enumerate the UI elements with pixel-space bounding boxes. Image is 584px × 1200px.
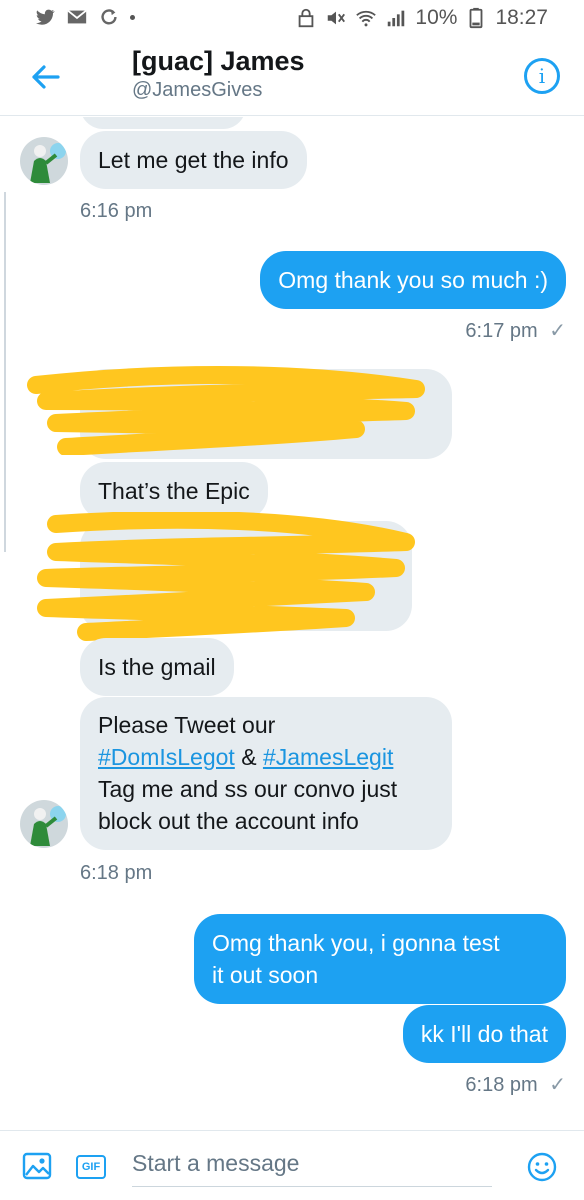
battery-percent: 10% — [415, 6, 458, 29]
previous-message-bubble — [80, 117, 246, 129]
message-line: #DomIsLegot & #JamesLegit — [98, 741, 434, 773]
info-icon[interactable]: i — [524, 58, 560, 94]
message-line: Please Tweet our — [98, 712, 276, 738]
system-indicators: 10% 18:27 — [295, 6, 548, 30]
incoming-message-bubble: Let me get the info — [80, 131, 307, 189]
hashtag-link[interactable]: #DomIsLegot — [98, 744, 235, 770]
scroll-edge — [4, 192, 6, 552]
avatar[interactable] — [20, 800, 68, 848]
message-composer: GIF — [0, 1130, 584, 1200]
timestamp-text: 6:17 pm — [465, 320, 538, 342]
sent-check-icon: ✓ — [549, 320, 566, 342]
message-text: kk I'll do that — [420, 1021, 548, 1047]
hashtag-link[interactable]: #JamesLegit — [263, 744, 393, 770]
redaction-scribble — [37, 512, 415, 641]
twitter-notification-icon — [35, 9, 55, 25]
message-line: Tag me and ss our convo just — [98, 776, 398, 802]
ampersand: & — [241, 744, 257, 770]
contact-handle: @JamesGives — [132, 79, 263, 101]
message-thread: Let me get the info 6:16 pm Omg thank yo… — [0, 117, 584, 1130]
redaction-scribble — [27, 366, 425, 455]
outgoing-message-bubble: Omg thank you so much :) — [260, 251, 566, 309]
more-notifications-dot — [130, 14, 135, 20]
message-line: block out the account info — [98, 808, 359, 834]
message-line: it out soon — [212, 962, 319, 988]
wifi-icon — [356, 10, 377, 27]
incoming-message-bubble: Please Tweet our #DomIsLegot & #JamesLeg… — [80, 697, 452, 850]
message-text: Omg thank you so much :) — [278, 267, 548, 293]
sent-check-icon: ✓ — [549, 1074, 566, 1096]
back-arrow-icon[interactable] — [28, 60, 62, 94]
mail-notification-icon — [67, 9, 87, 24]
conversation-title: [guac] James @JamesGives — [132, 46, 305, 102]
battery-icon — [470, 7, 483, 29]
conversation-header: [guac] James @JamesGives i — [0, 36, 584, 116]
message-text: Is the gmail — [98, 654, 216, 680]
avatar-image — [20, 800, 68, 848]
contact-name: [guac] James — [132, 46, 305, 76]
message-text: Let me get the info — [98, 147, 289, 173]
outgoing-message-bubble: Omg thank you, i gonna test it out soon — [194, 914, 566, 1004]
message-timestamp: 6:18 pm ✓ — [465, 1072, 566, 1097]
avatar-image — [20, 137, 68, 185]
lock-icon — [299, 8, 314, 28]
mute-icon — [328, 11, 346, 25]
sync-notification-icon — [101, 9, 117, 25]
signal-icon — [388, 10, 405, 27]
emoji-icon[interactable] — [526, 1151, 558, 1183]
message-text: That’s the Epic — [98, 478, 250, 504]
message-timestamp: 6:17 pm ✓ — [465, 318, 566, 343]
avatar[interactable] — [20, 137, 68, 185]
status-bar: 10% 18:27 — [0, 0, 584, 36]
message-timestamp: 6:16 pm — [80, 200, 153, 222]
message-line: Omg thank you, i gonna test — [212, 930, 500, 956]
message-timestamp: 6:18 pm — [80, 862, 153, 884]
incoming-message-bubble: Is the gmail — [80, 638, 234, 696]
timestamp-text: 6:18 pm — [465, 1074, 538, 1096]
notification-icons — [34, 6, 135, 28]
clock: 18:27 — [495, 6, 548, 29]
gif-icon[interactable]: GIF — [76, 1155, 106, 1179]
outgoing-message-bubble: kk I'll do that — [402, 1005, 566, 1063]
message-input[interactable] — [132, 1141, 492, 1187]
image-icon[interactable] — [22, 1151, 52, 1181]
